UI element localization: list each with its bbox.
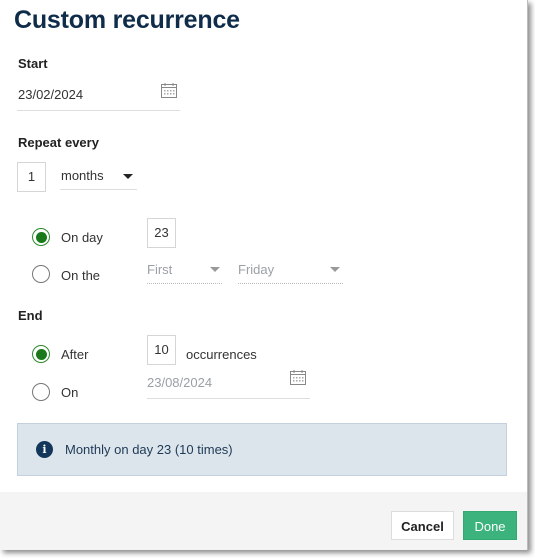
start-date-underline	[17, 110, 180, 111]
occurrences-input[interactable]: 10	[147, 335, 176, 365]
weekday-underline	[238, 283, 343, 284]
end-date-value: 23/08/2024	[147, 375, 213, 390]
end-on-label: On	[61, 385, 79, 400]
on-day-label: On day	[61, 230, 103, 245]
summary-text: Monthly on day 23 (10 times)	[65, 442, 233, 457]
on-the-label: On the	[61, 268, 101, 283]
repeat-interval-input[interactable]: 1	[17, 162, 46, 192]
calendar-icon[interactable]	[290, 370, 306, 385]
done-button[interactable]: Done	[463, 511, 517, 540]
end-after-label: After	[61, 347, 89, 362]
repeat-unit-underline	[60, 189, 137, 190]
chevron-down-icon	[210, 267, 220, 272]
on-day-input[interactable]: 23	[147, 218, 176, 248]
on-the-radio[interactable]	[32, 265, 50, 283]
start-label: Start	[18, 56, 48, 71]
chevron-down-icon	[123, 174, 133, 179]
info-icon: i	[36, 441, 53, 458]
dialog-footer: Cancel Done	[0, 492, 527, 550]
ordinal-value: First	[147, 262, 173, 277]
end-date-underline	[147, 398, 310, 399]
custom-recurrence-dialog: Custom recurrence Start 23/02/2024 Repea…	[0, 0, 528, 550]
recurrence-summary: i Monthly on day 23 (10 times)	[17, 423, 507, 476]
occurrences-label: occurrences	[186, 347, 257, 362]
end-after-radio[interactable]	[32, 345, 50, 363]
ordinal-underline	[147, 283, 222, 284]
dialog-title: Custom recurrence	[14, 6, 240, 34]
chevron-down-icon	[330, 267, 340, 272]
start-date-value: 23/02/2024	[18, 87, 84, 102]
end-on-radio[interactable]	[32, 383, 50, 401]
cancel-button[interactable]: Cancel	[391, 511, 454, 540]
repeat-every-label: Repeat every	[18, 135, 99, 150]
end-label: End	[18, 308, 43, 323]
on-day-radio[interactable]	[32, 228, 50, 246]
weekday-value: Friday	[238, 262, 275, 277]
calendar-icon[interactable]	[161, 83, 177, 98]
repeat-unit-value: months	[61, 168, 104, 183]
